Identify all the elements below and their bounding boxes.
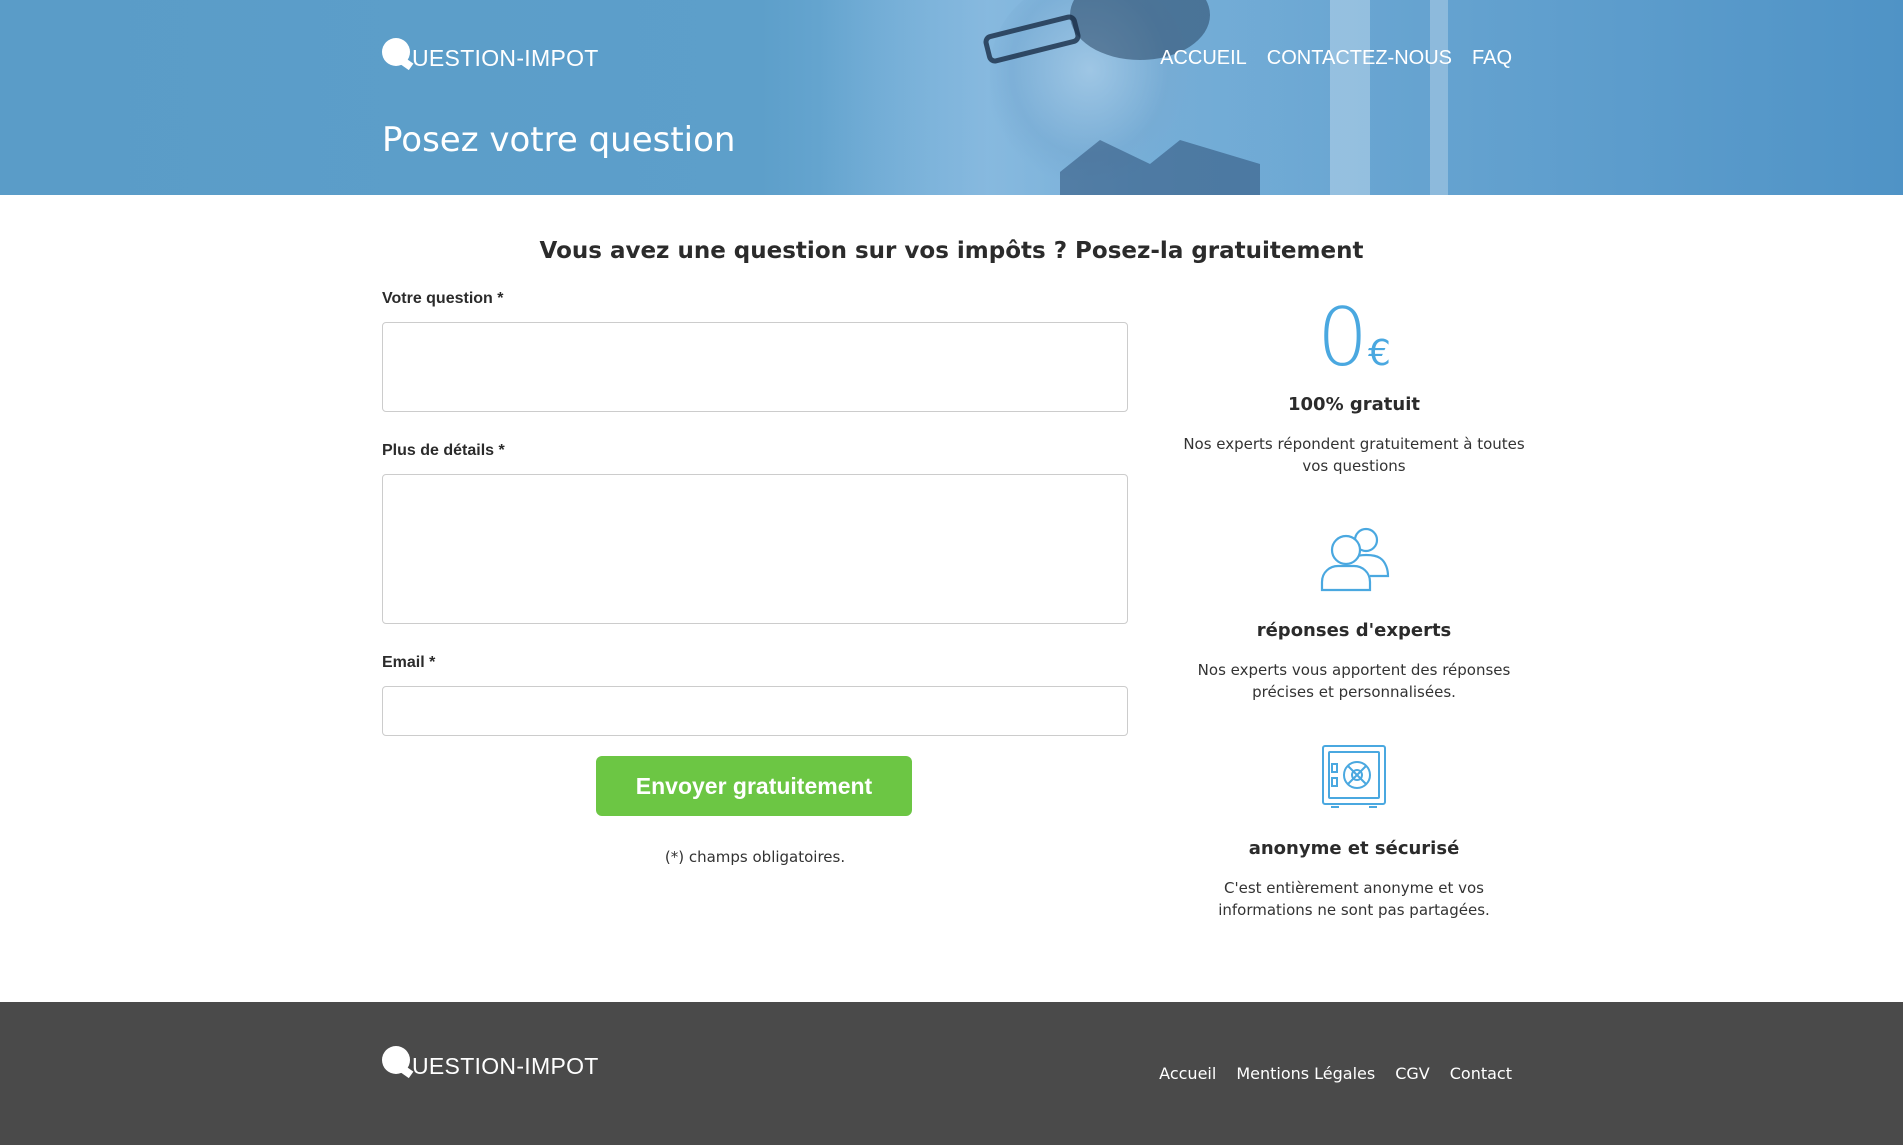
logo-q-icon (382, 38, 410, 66)
footer-link-mentions-legales[interactable]: Mentions Légales (1236, 1064, 1375, 1083)
safe-icon (1322, 745, 1386, 808)
section-subtitle: Vous avez une question sur vos impôts ? … (539, 238, 1364, 264)
footer-link-cgv[interactable]: CGV (1395, 1064, 1430, 1083)
email-field[interactable] (382, 686, 1128, 736)
nav-accueil[interactable]: ACCUEIL (1160, 47, 1247, 70)
users-icon (1320, 527, 1390, 592)
email-label: Email * (382, 654, 436, 671)
logo-text: UESTION-IMPOT (412, 1052, 599, 1079)
page-title: Posez votre question (382, 120, 736, 160)
feature-title: 100% gratuit (1288, 394, 1420, 415)
nav-contactez-nous[interactable]: CONTACTEZ-NOUS (1267, 47, 1452, 70)
footer-link-contact[interactable]: Contact (1450, 1064, 1512, 1083)
feature-title: anonyme et sécurisé (1248, 838, 1460, 859)
hero-photo-window (1330, 0, 1370, 195)
details-label: Plus de détails * (382, 442, 505, 459)
main-nav: ACCUEIL CONTACTEZ-NOUS FAQ (1160, 47, 1512, 70)
required-fields-note: (*) champs obligatoires. (664, 848, 846, 866)
logo-text: UESTION-IMPOT (412, 44, 599, 71)
footer: UESTION-IMPOT Accueil Mentions Légales C… (0, 1002, 1903, 1145)
footer-link-accueil[interactable]: Accueil (1159, 1064, 1216, 1083)
question-label: Votre question * (382, 290, 504, 307)
feature-title: réponses d'experts (1256, 620, 1452, 641)
footer-logo[interactable]: UESTION-IMPOT (382, 1046, 599, 1080)
logo-q-icon (382, 1046, 410, 1074)
hero-banner: UESTION-IMPOT ACCUEIL CONTACTEZ-NOUS FAQ… (0, 0, 1903, 195)
feature-experts: réponses d'experts Nos experts vous appo… (1178, 526, 1530, 703)
feature-secure: anonyme et sécurisé C'est entièrement an… (1178, 744, 1530, 921)
feature-experts-icon-wrap (1178, 526, 1530, 592)
hero-photo-window (1430, 0, 1448, 195)
footer-nav: Accueil Mentions Légales CGV Contact (1159, 1064, 1512, 1083)
details-field[interactable] (382, 474, 1128, 624)
nav-faq[interactable]: FAQ (1472, 47, 1512, 70)
feature-free: 0€ 100% gratuit Nos experts répondent gr… (1178, 291, 1530, 477)
top-bar: UESTION-IMPOT ACCUEIL CONTACTEZ-NOUS FAQ (382, 38, 1512, 78)
feature-description: C'est entièrement anonyme et vos informa… (1218, 879, 1490, 919)
feature-free-icon-wrap: 0€ (1178, 291, 1530, 384)
submit-button[interactable]: Envoyer gratuitement (596, 756, 912, 816)
question-field[interactable] (382, 322, 1128, 412)
feature-description: Nos experts répondent gratuitement à tou… (1183, 435, 1525, 475)
feature-secure-icon-wrap (1178, 744, 1530, 810)
feature-description: Nos experts vous apportent des réponses … (1197, 661, 1511, 701)
header-logo[interactable]: UESTION-IMPOT (382, 38, 599, 72)
euro-zero-icon: 0€ (1317, 291, 1391, 384)
